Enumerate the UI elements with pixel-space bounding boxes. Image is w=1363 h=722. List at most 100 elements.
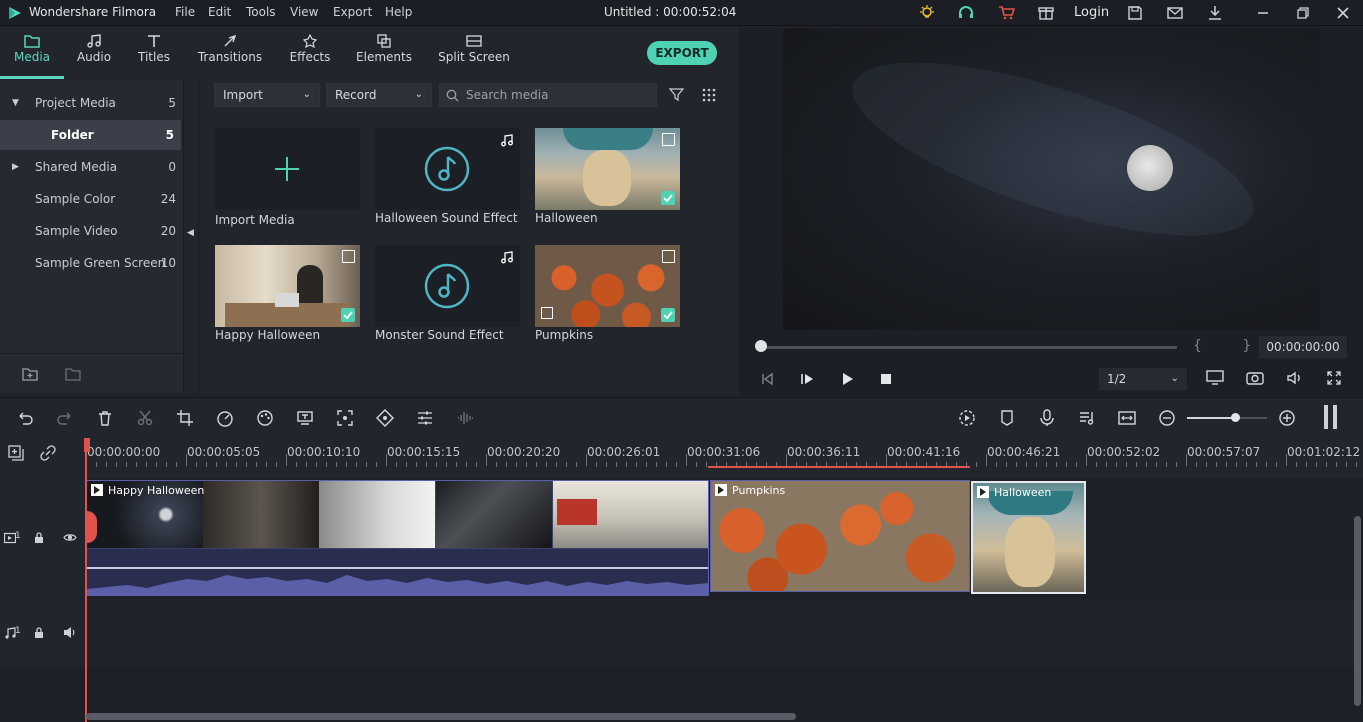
menu-export[interactable]: Export — [333, 5, 372, 19]
media-item-pumpkins[interactable] — [535, 245, 680, 327]
pause-bar-right[interactable] — [1333, 405, 1337, 429]
lightbulb-icon[interactable] — [918, 4, 936, 22]
audio-waveform-icon[interactable] — [456, 409, 474, 427]
step-forward-icon[interactable] — [800, 372, 814, 386]
import-media-tile[interactable] — [215, 128, 360, 210]
search-input[interactable]: Search media — [439, 83, 657, 107]
marker-icon[interactable] — [998, 409, 1016, 427]
collapse-left-icon[interactable]: ◀ — [187, 228, 194, 238]
redo-icon[interactable] — [56, 409, 74, 427]
timeline-clip-halloween[interactable]: Halloween — [971, 481, 1086, 594]
crop-icon[interactable] — [176, 409, 194, 427]
menu-view[interactable]: View — [290, 5, 318, 19]
media-item-halloween-sound[interactable] — [375, 128, 520, 210]
microphone-icon[interactable] — [1038, 409, 1056, 427]
delete-icon[interactable] — [96, 409, 114, 427]
lock-icon[interactable] — [33, 531, 45, 544]
color-palette-icon[interactable] — [256, 409, 274, 427]
media-item-happy-halloween[interactable] — [215, 245, 360, 327]
lock-icon[interactable] — [33, 626, 45, 639]
zoom-slider-handle[interactable] — [1231, 413, 1240, 422]
title-edit-icon[interactable] — [296, 409, 314, 427]
render-preview-icon[interactable] — [958, 409, 976, 427]
mark-in-out[interactable]: { } — [1193, 338, 1269, 354]
tree-item-shared-media[interactable]: ▶ Shared Media 0 — [0, 152, 183, 182]
timeline-clip-pumpkins[interactable]: Pumpkins — [710, 480, 970, 592]
zoom-out-icon[interactable] — [1158, 409, 1176, 427]
tree-item-sample-color[interactable]: Sample Color 24 — [0, 184, 183, 214]
export-button[interactable]: EXPORT — [647, 41, 717, 65]
zoom-in-icon[interactable] — [1278, 409, 1296, 427]
scrubber-handle[interactable] — [755, 340, 767, 352]
previous-frame-icon[interactable] — [760, 372, 774, 386]
stop-icon[interactable] — [880, 373, 892, 385]
tab-transitions[interactable]: Transitions — [196, 27, 264, 79]
record-dropdown[interactable]: Record ⌄ — [326, 83, 432, 107]
menu-edit[interactable]: Edit — [208, 5, 231, 19]
audio-track-lane[interactable] — [86, 599, 1354, 667]
filter-icon[interactable] — [669, 87, 684, 102]
playhead-handle[interactable] — [84, 438, 90, 452]
ruler-time-label: 00:00:00:00 — [87, 445, 161, 459]
preview-quality-select[interactable]: 1/2 ⌄ — [1099, 368, 1187, 390]
speed-icon[interactable] — [216, 409, 234, 427]
clip-trim-marker[interactable] — [87, 511, 97, 543]
folder-outline-icon[interactable] — [65, 367, 81, 381]
menu-help[interactable]: Help — [385, 5, 412, 19]
headset-support-icon[interactable] — [957, 4, 975, 22]
tree-item-sample-video[interactable]: Sample Video 20 — [0, 216, 183, 246]
timeline-horizontal-scrollbar[interactable] — [86, 713, 796, 720]
fit-timeline-icon[interactable] — [1118, 409, 1136, 427]
play-icon[interactable] — [840, 372, 854, 386]
media-item-monster-sound[interactable] — [375, 245, 520, 327]
import-dropdown[interactable]: Import ⌄ — [214, 83, 320, 107]
expand-arrow-icon[interactable]: ▼ — [12, 88, 19, 118]
display-settings-icon[interactable] — [1206, 370, 1224, 386]
minimize-icon[interactable] — [1254, 4, 1272, 22]
speaker-icon[interactable] — [63, 626, 77, 639]
tab-elements[interactable]: Elements — [355, 27, 413, 79]
adjust-sliders-icon[interactable] — [416, 409, 434, 427]
media-item-halloween[interactable] — [535, 128, 680, 210]
panel-collapse-bar[interactable]: ◀ — [183, 80, 199, 393]
fullscreen-icon[interactable] — [1326, 370, 1342, 386]
playhead[interactable] — [85, 438, 87, 722]
eye-icon[interactable] — [63, 532, 77, 543]
timeline-clip-happy-halloween[interactable]: Happy Halloween — [86, 480, 709, 596]
menu-tools[interactable]: Tools — [246, 5, 276, 19]
gift-icon[interactable] — [1037, 4, 1055, 22]
cut-icon[interactable] — [136, 409, 154, 427]
timeline-ruler[interactable]: 00:00:00:00 00:00:05:05 00:00:10:10 00:00:1… — [0, 438, 1363, 478]
download-icon[interactable] — [1206, 4, 1224, 22]
tab-titles[interactable]: Titles — [129, 27, 179, 79]
login-link[interactable]: Login — [1074, 5, 1109, 20]
tab-audio[interactable]: Audio — [69, 27, 119, 79]
menu-file[interactable]: File — [175, 5, 195, 19]
collapse-arrow-icon[interactable]: ▶ — [12, 152, 19, 182]
snapshot-camera-icon[interactable] — [1246, 370, 1264, 386]
restore-icon[interactable] — [1294, 4, 1312, 22]
audio-mixer-icon[interactable] — [1078, 409, 1096, 427]
close-icon[interactable] — [1334, 4, 1352, 22]
add-track-icon[interactable] — [8, 445, 24, 461]
keyframe-icon[interactable] — [376, 409, 394, 427]
cart-icon[interactable] — [997, 4, 1015, 22]
grid-view-icon[interactable] — [702, 88, 716, 102]
tree-item-project-media[interactable]: ▼ Project Media 5 — [0, 88, 183, 118]
new-folder-icon[interactable] — [22, 367, 38, 381]
tree-item-folder[interactable]: Folder 5 — [0, 120, 181, 150]
pause-bar-left[interactable] — [1324, 405, 1328, 429]
save-icon[interactable] — [1126, 4, 1144, 22]
tab-effects[interactable]: Effects — [284, 27, 336, 79]
tab-media[interactable]: Media — [0, 27, 64, 79]
timeline-vertical-scrollbar[interactable] — [1354, 516, 1361, 706]
stabilize-icon[interactable] — [336, 409, 354, 427]
effects-icon — [302, 34, 318, 48]
preview-scrubber[interactable] — [757, 346, 1177, 349]
tree-item-sample-green-screen[interactable]: Sample Green Screen 10 — [0, 248, 183, 278]
undo-icon[interactable] — [16, 409, 34, 427]
tab-split-screen[interactable]: Split Screen — [438, 27, 510, 79]
mail-icon[interactable] — [1166, 4, 1184, 22]
volume-icon[interactable] — [1286, 370, 1304, 386]
link-icon[interactable] — [40, 445, 56, 461]
